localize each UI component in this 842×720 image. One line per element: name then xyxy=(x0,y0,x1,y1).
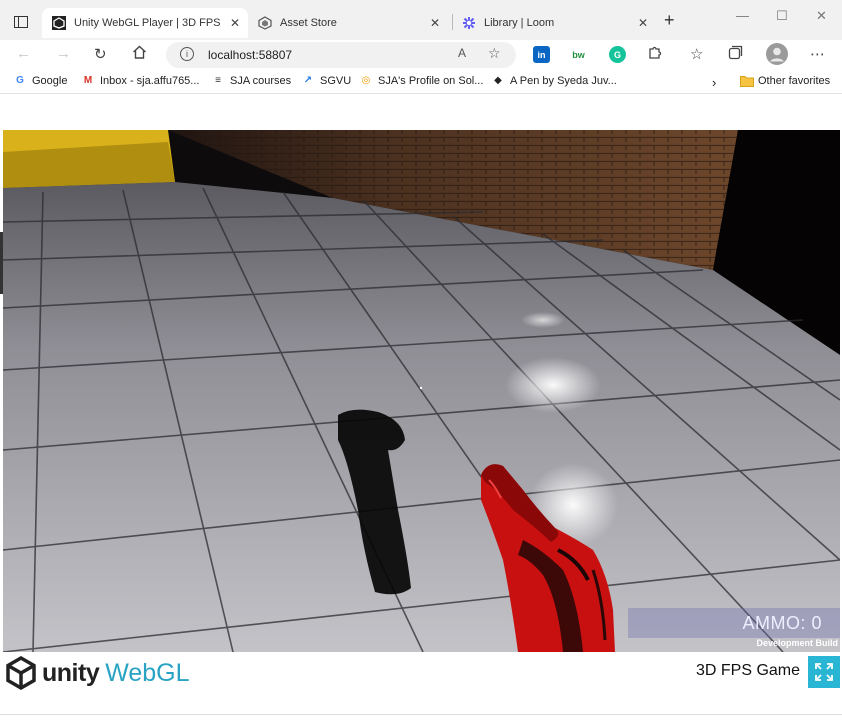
courses-icon: ≡ xyxy=(215,75,221,86)
fullscreen-button[interactable] xyxy=(808,656,840,688)
unity-logo-icon xyxy=(6,656,36,690)
toolbar: ← → ↻ i localhost:58807 A ☆ in bw G ☆ ⋯ xyxy=(0,40,842,70)
extensions-puzzle-icon[interactable] xyxy=(648,45,663,64)
sololearn-icon: ◎ xyxy=(361,75,371,86)
site-info-icon[interactable]: i xyxy=(180,47,194,61)
minimize-icon[interactable]: — xyxy=(736,8,749,23)
development-build-label: Development Build xyxy=(756,638,838,648)
tab-title: Unity WebGL Player | 3D FPS Ga xyxy=(74,17,224,29)
tab-actions-icon[interactable] xyxy=(8,10,34,34)
fullscreen-icon xyxy=(815,663,833,681)
profile-avatar[interactable] xyxy=(766,43,788,69)
webgl-wordmark: WebGL xyxy=(105,658,190,687)
collections-icon[interactable] xyxy=(728,45,743,64)
game-scene xyxy=(3,130,840,652)
ammo-counter: AMMO: 0 xyxy=(742,613,822,633)
light-reflection xyxy=(505,357,601,413)
tab-unity-webgl[interactable]: Unity WebGL Player | 3D FPS Ga ✕ xyxy=(42,8,248,38)
unity-wordmark: unity xyxy=(42,658,100,687)
chevron-right-icon[interactable]: › xyxy=(712,75,716,90)
bookmark-sja-courses[interactable]: ≡ SJA courses xyxy=(212,75,291,87)
gmail-icon: M xyxy=(83,75,93,86)
close-tab-icon[interactable]: ✕ xyxy=(230,16,240,30)
game-canvas[interactable]: AMMO: 0 Development Build xyxy=(3,130,840,652)
tab-asset-store[interactable]: Asset Store ✕ xyxy=(248,8,448,38)
bookmark-codepen[interactable]: ◆ A Pen by Syeda Juv... xyxy=(492,75,617,87)
tab-title: Asset Store xyxy=(280,17,337,29)
unity-footer: unity WebGL 3D FPS Game xyxy=(0,652,842,714)
crosshair xyxy=(419,386,423,390)
close-window-icon[interactable]: ✕ xyxy=(816,8,827,24)
address-bar[interactable]: i localhost:58807 A ☆ xyxy=(166,42,516,68)
favorites-icon[interactable]: ☆ xyxy=(690,45,703,63)
bookmark-inbox[interactable]: M Inbox - sja.affu765... xyxy=(82,75,200,87)
bw-extension-icon[interactable]: bw xyxy=(570,46,587,63)
more-menu-icon[interactable]: ⋯ xyxy=(810,45,825,63)
tab-loom[interactable]: Library | Loom ✕ xyxy=(452,8,656,38)
forward-icon[interactable]: → xyxy=(56,45,71,62)
add-favorite-icon[interactable]: ☆ xyxy=(488,45,501,62)
unity-icon xyxy=(52,16,66,30)
bookmark-other-favorites[interactable]: Other favorites xyxy=(740,75,830,87)
bookmarks-bar: G Google M Inbox - sja.affu765... ≡ SJA … xyxy=(0,70,842,94)
close-tab-icon[interactable]: ✕ xyxy=(430,16,440,30)
codepen-icon: ◆ xyxy=(494,75,502,86)
window-bottom-border xyxy=(0,714,842,720)
unity-webgl-logo: unity WebGL xyxy=(4,656,190,690)
tab-strip: Unity WebGL Player | 3D FPS Ga ✕ Asset S… xyxy=(0,0,842,40)
game-title: 3D FPS Game xyxy=(696,662,801,679)
unity-outline-icon xyxy=(258,16,272,30)
folder-icon xyxy=(740,75,754,87)
loom-icon xyxy=(463,17,475,29)
maximize-icon[interactable]: ☐ xyxy=(776,8,788,24)
google-icon: G xyxy=(16,75,24,86)
read-aloud-icon[interactable]: A xyxy=(458,46,466,60)
close-tab-icon[interactable]: ✕ xyxy=(638,16,648,30)
light-reflection xyxy=(521,312,565,328)
bookmark-sja-profile[interactable]: ◎ SJA's Profile on Sol... xyxy=(360,75,484,87)
grammarly-extension-icon[interactable]: G xyxy=(609,46,626,63)
tab-title: Library | Loom xyxy=(484,17,555,29)
new-tab-button[interactable]: + xyxy=(664,10,675,31)
linkedin-extension-icon[interactable]: in xyxy=(533,46,550,63)
refresh-icon[interactable]: ↻ xyxy=(94,45,107,63)
url-text[interactable]: localhost:58807 xyxy=(208,48,292,62)
bookmark-sgvu[interactable]: ↗ SGVU xyxy=(302,75,351,87)
back-icon[interactable]: ← xyxy=(16,45,31,62)
bookmark-google[interactable]: G Google xyxy=(14,75,67,87)
home-icon[interactable] xyxy=(132,45,147,63)
sgvu-icon: ↗ xyxy=(303,75,313,86)
